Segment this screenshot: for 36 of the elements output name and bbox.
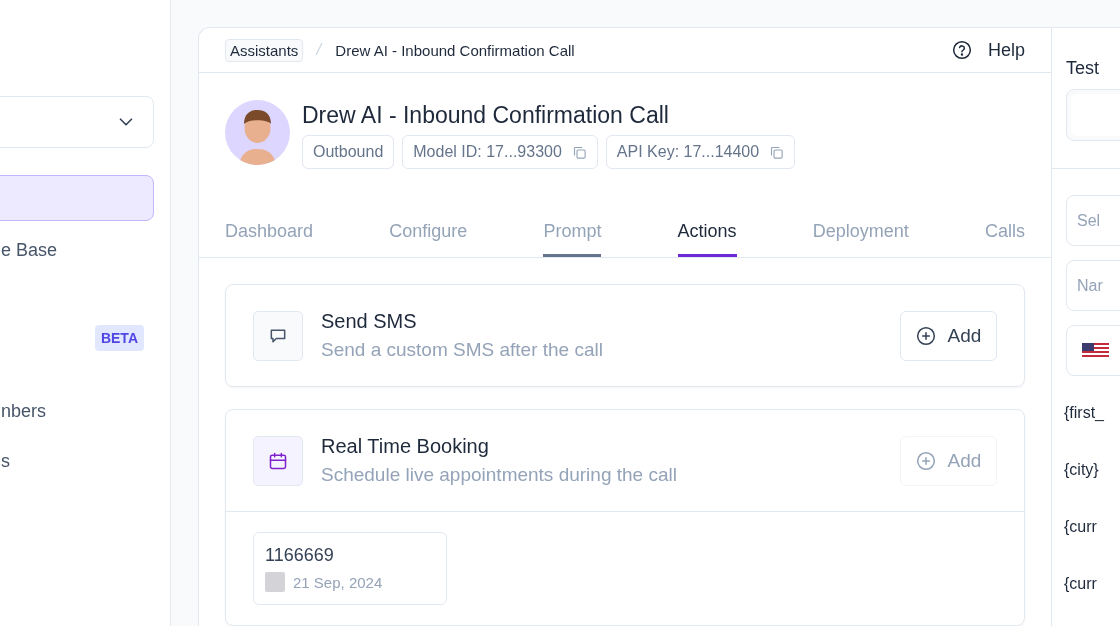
tab[interactable]: Actions [677, 213, 737, 257]
info-tag: Model ID: 17...93300 [402, 135, 598, 169]
calendar-icon [268, 450, 288, 471]
help-icon [951, 40, 972, 60]
breadcrumb-link[interactable]: Assistants [225, 38, 304, 62]
variable-label: {first_ [1064, 404, 1105, 423]
booking-id: 1166669 [265, 545, 335, 566]
plus-circle-icon [915, 450, 936, 471]
add-button[interactable]: Add [900, 310, 997, 361]
variable-label: {curr [1064, 575, 1098, 594]
info-tag: Outbound [302, 135, 395, 169]
help-link[interactable]: Help [951, 39, 1025, 61]
sidebar-item[interactable]: BETA [0, 315, 154, 360]
input-field[interactable]: Nar [1066, 260, 1120, 311]
action-description: Schedule live appointments during the call [321, 464, 677, 486]
sidebar-item[interactable]: e Base [0, 225, 154, 275]
sidebar-item[interactable]: nbers [0, 386, 154, 436]
plus-circle-icon [915, 325, 936, 346]
assistant-name: Drew AI - Inbound Confirmation Call [302, 102, 670, 129]
action-title: Real Time Booking [321, 435, 490, 458]
info-tag: API Key: 17...14400 [605, 135, 796, 169]
copy-icon[interactable] [571, 144, 587, 160]
sidebar-item[interactable] [0, 175, 154, 221]
panel-title: Test [1066, 58, 1100, 79]
variable-label: {curr [1064, 518, 1098, 537]
sidebar-item[interactable]: s [0, 436, 154, 486]
booking-date: 21 Sep, 2024 [293, 573, 383, 591]
breadcrumb-current: Drew AI - Inbound Confirmation Call [335, 41, 575, 59]
logo-icon [265, 572, 285, 592]
flag-icon [1082, 342, 1109, 359]
copy-icon[interactable] [769, 144, 785, 160]
input-field[interactable]: Sel [1066, 195, 1120, 246]
variable-label: {city} [1064, 461, 1100, 480]
action-description: Send a custom SMS after the call [321, 339, 603, 361]
beta-badge: BETA [94, 324, 144, 351]
action-title: Send SMS [321, 310, 418, 333]
